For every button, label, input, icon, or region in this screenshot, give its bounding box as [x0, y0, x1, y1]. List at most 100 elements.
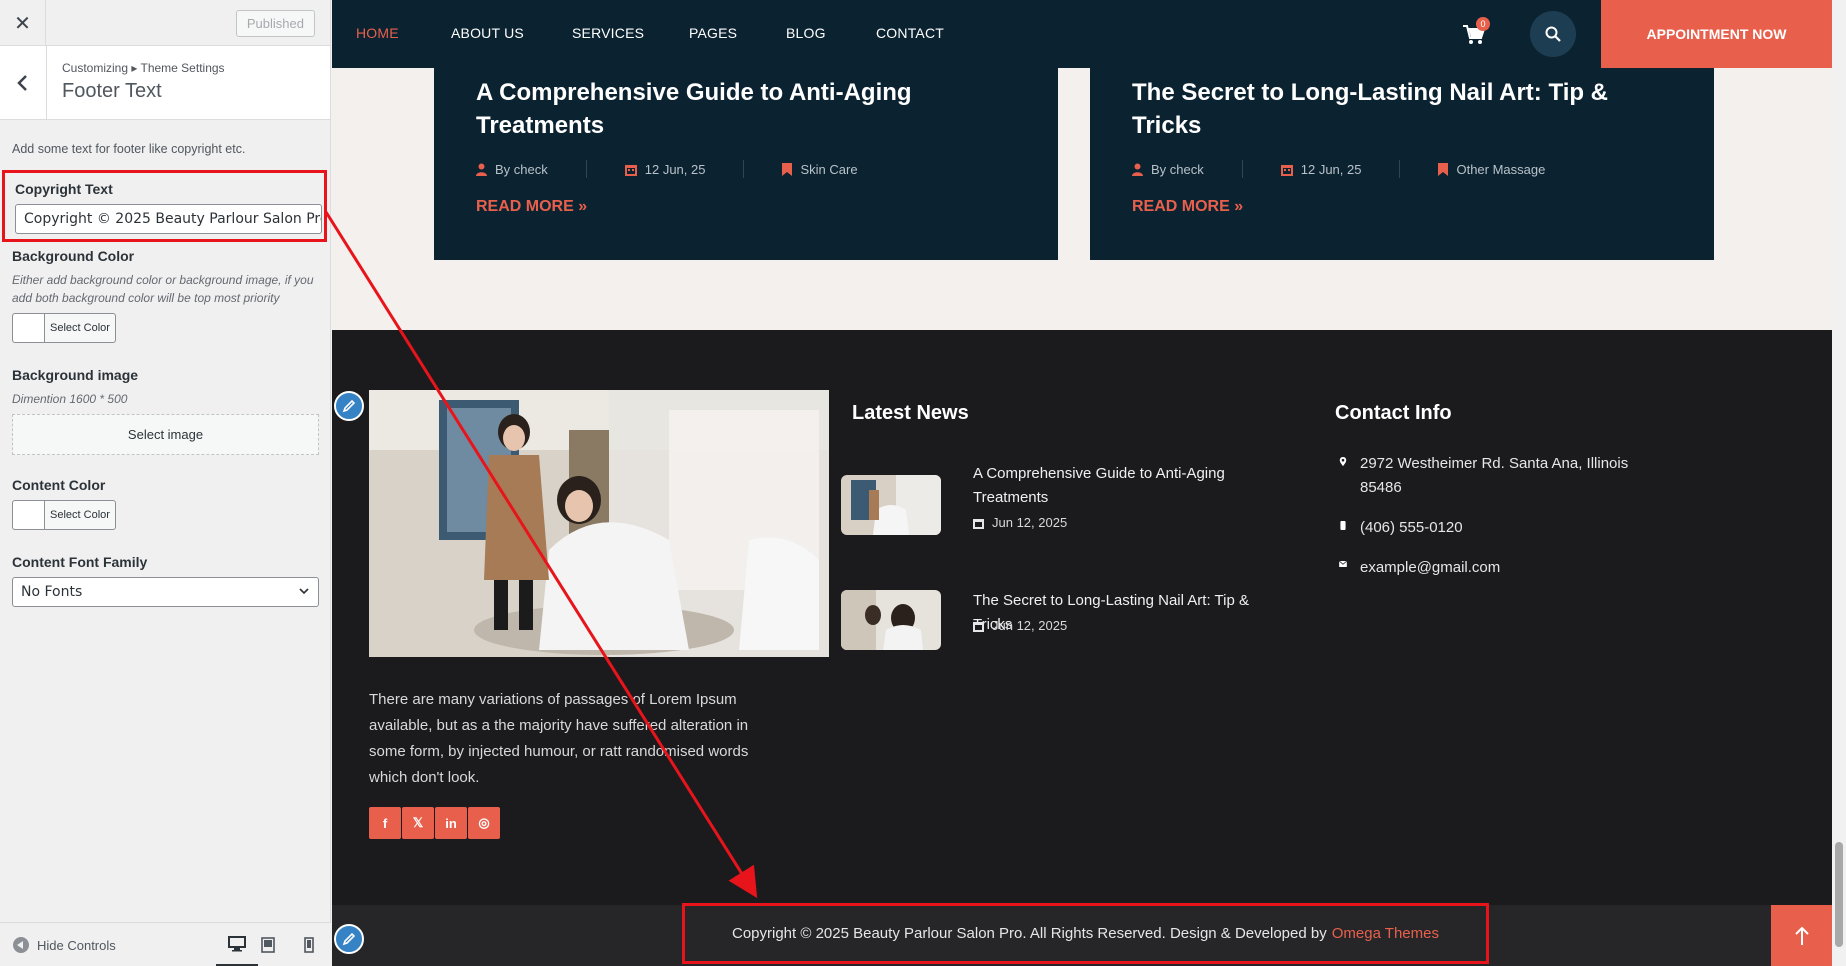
copyright-text-content: Copyright © 2025 Beauty Parlour Salon Pr…: [732, 925, 1327, 942]
section-description: Add some text for footer like copyright …: [12, 142, 246, 156]
facebook-icon[interactable]: f: [369, 807, 401, 839]
news-date-text: Jun 12, 2025: [992, 618, 1068, 633]
appointment-button[interactable]: APPOINTMENT NOW: [1601, 0, 1832, 68]
news-thumbnail[interactable]: [841, 590, 941, 650]
news-title[interactable]: A Comprehensive Guide to Anti-Aging Trea…: [973, 462, 1273, 510]
font-family-value: No Fonts: [21, 584, 83, 600]
publish-button[interactable]: Published: [235, 10, 315, 37]
pencil-icon: [342, 932, 356, 946]
user-icon: [476, 163, 487, 176]
mobile-icon: [304, 937, 314, 953]
calendar-icon: [973, 518, 984, 529]
bg-image-label: Background image: [12, 367, 139, 383]
nav-contact[interactable]: CONTACT: [876, 25, 944, 41]
phone-text[interactable]: (406) 555-0120: [1360, 516, 1463, 540]
post-date: 12 Jun, 25: [1300, 161, 1362, 177]
content-color-picker[interactable]: Select Color: [12, 500, 116, 530]
copyright-label: Copyright Text: [15, 181, 113, 197]
nav-blog[interactable]: BLOG: [786, 25, 826, 41]
bg-color-label: Background Color: [12, 248, 135, 264]
nav-services[interactable]: SERVICES: [572, 25, 644, 41]
desktop-icon: [228, 935, 246, 951]
post-author[interactable]: By check: [1151, 162, 1204, 177]
back-button[interactable]: [0, 46, 47, 120]
read-more-link[interactable]: READ MORE »: [1132, 198, 1243, 216]
edit-shortcut-button[interactable]: [334, 391, 364, 421]
footer-about-text: There are many variations of passages of…: [369, 691, 749, 786]
cart-count-badge: 0: [1476, 17, 1490, 31]
calendar-icon: [1280, 164, 1293, 176]
select-color-label: Select Color: [50, 322, 110, 334]
search-button[interactable]: [1530, 11, 1576, 57]
nav-about[interactable]: ABOUT US: [451, 25, 524, 41]
post-meta: By check 12 Jun, 25 Other Massage: [1132, 160, 1545, 178]
customizer-sidebar: ✕ Published Customizing ▸ Theme Settings…: [0, 0, 331, 966]
instagram-icon[interactable]: ◎: [468, 807, 500, 839]
footer-salon-photo: [369, 390, 829, 657]
main-navigation: HOME ABOUT US SERVICES PAGES BLOG CONTAC…: [332, 0, 1832, 68]
select-image-button[interactable]: Select image: [12, 414, 319, 455]
close-icon: ✕: [14, 11, 31, 35]
site-preview: HOME ABOUT US SERVICES PAGES BLOG CONTAC…: [332, 0, 1832, 966]
latest-news-title: Latest News: [852, 402, 969, 424]
x-twitter-icon[interactable]: 𝕏: [402, 807, 434, 839]
copyright-control: Copyright Text Copyright © 2025 Beauty P…: [2, 170, 327, 242]
bookmark-icon: [782, 162, 793, 176]
section-header: Customizing ▸ Theme Settings Footer Text: [0, 46, 330, 120]
content-color-label: Content Color: [12, 477, 106, 493]
copyright-input[interactable]: Copyright © 2025 Beauty Parlour Salon Pr…: [15, 204, 322, 234]
news-date: Jun 12, 2025: [973, 515, 1067, 530]
chevron-left-icon: [17, 75, 27, 91]
user-icon: [1132, 163, 1143, 176]
omega-themes-link[interactable]: Omega Themes: [1332, 925, 1439, 942]
news-date: Jun 12, 2025: [973, 618, 1067, 633]
post-author[interactable]: By check: [495, 162, 548, 177]
customizer-topbar: ✕ Published: [0, 0, 330, 46]
preview-mobile-button[interactable]: [297, 933, 321, 957]
scrollbar-thumb[interactable]: [1835, 842, 1843, 947]
edit-shortcut-button[interactable]: [334, 924, 364, 954]
preview-tablet-button[interactable]: [256, 933, 280, 957]
hide-controls-button[interactable]: Hide Controls: [13, 937, 116, 953]
phone-icon: [1340, 521, 1346, 530]
color-swatch: [13, 501, 45, 529]
contact-info-title: Contact Info: [1335, 402, 1452, 424]
font-family-label: Content Font Family: [12, 554, 148, 570]
arrow-up-icon: [1794, 926, 1809, 945]
post-meta: By check 12 Jun, 25 Skin Care: [476, 160, 858, 178]
email-text[interactable]: example@gmail.com: [1360, 556, 1500, 580]
post-date: 12 Jun, 25: [644, 161, 706, 177]
news-thumbnail[interactable]: [841, 475, 941, 535]
tablet-icon: [261, 937, 275, 953]
bookmark-icon: [1438, 162, 1449, 176]
page-scrollbar[interactable]: [1832, 0, 1846, 966]
post-category[interactable]: Skin Care: [800, 162, 857, 177]
map-pin-icon: [1339, 457, 1347, 466]
linkedin-icon[interactable]: in: [435, 807, 467, 839]
post-card: The Secret to Long-Lasting Nail Art: Tip…: [1090, 68, 1714, 260]
font-family-select[interactable]: No Fonts: [12, 577, 319, 607]
close-customizer-button[interactable]: ✕: [0, 0, 46, 46]
contact-email: example@gmail.com: [1336, 556, 1656, 580]
color-swatch: [13, 314, 45, 342]
post-category[interactable]: Other Massage: [1456, 162, 1545, 177]
calendar-icon: [624, 164, 637, 176]
post-title[interactable]: A Comprehensive Guide to Anti-Aging Trea…: [476, 76, 1016, 142]
bg-color-description: Either add background color or backgroun…: [12, 273, 314, 305]
bg-color-picker[interactable]: Select Color: [12, 313, 116, 343]
breadcrumb: Customizing ▸ Theme Settings: [62, 61, 225, 75]
contact-address: 2972 Westheimer Rd. Santa Ana, Illinois …: [1336, 452, 1656, 500]
envelope-icon: [1338, 561, 1348, 567]
bg-image-description: Dimention 1600 * 500: [12, 392, 128, 406]
nav-pages[interactable]: PAGES: [689, 25, 737, 41]
read-more-link[interactable]: READ MORE »: [476, 198, 587, 216]
nav-home[interactable]: HOME: [356, 25, 399, 41]
pencil-icon: [342, 399, 356, 413]
scroll-to-top-button[interactable]: [1771, 905, 1832, 966]
controls-panel: Add some text for footer like copyright …: [0, 120, 330, 607]
customizer-footer: Hide Controls: [0, 922, 331, 966]
news-date-text: Jun 12, 2025: [992, 515, 1068, 530]
post-title[interactable]: The Secret to Long-Lasting Nail Art: Tip…: [1132, 76, 1672, 142]
search-icon: [1545, 26, 1561, 42]
preview-desktop-button[interactable]: [216, 933, 258, 966]
